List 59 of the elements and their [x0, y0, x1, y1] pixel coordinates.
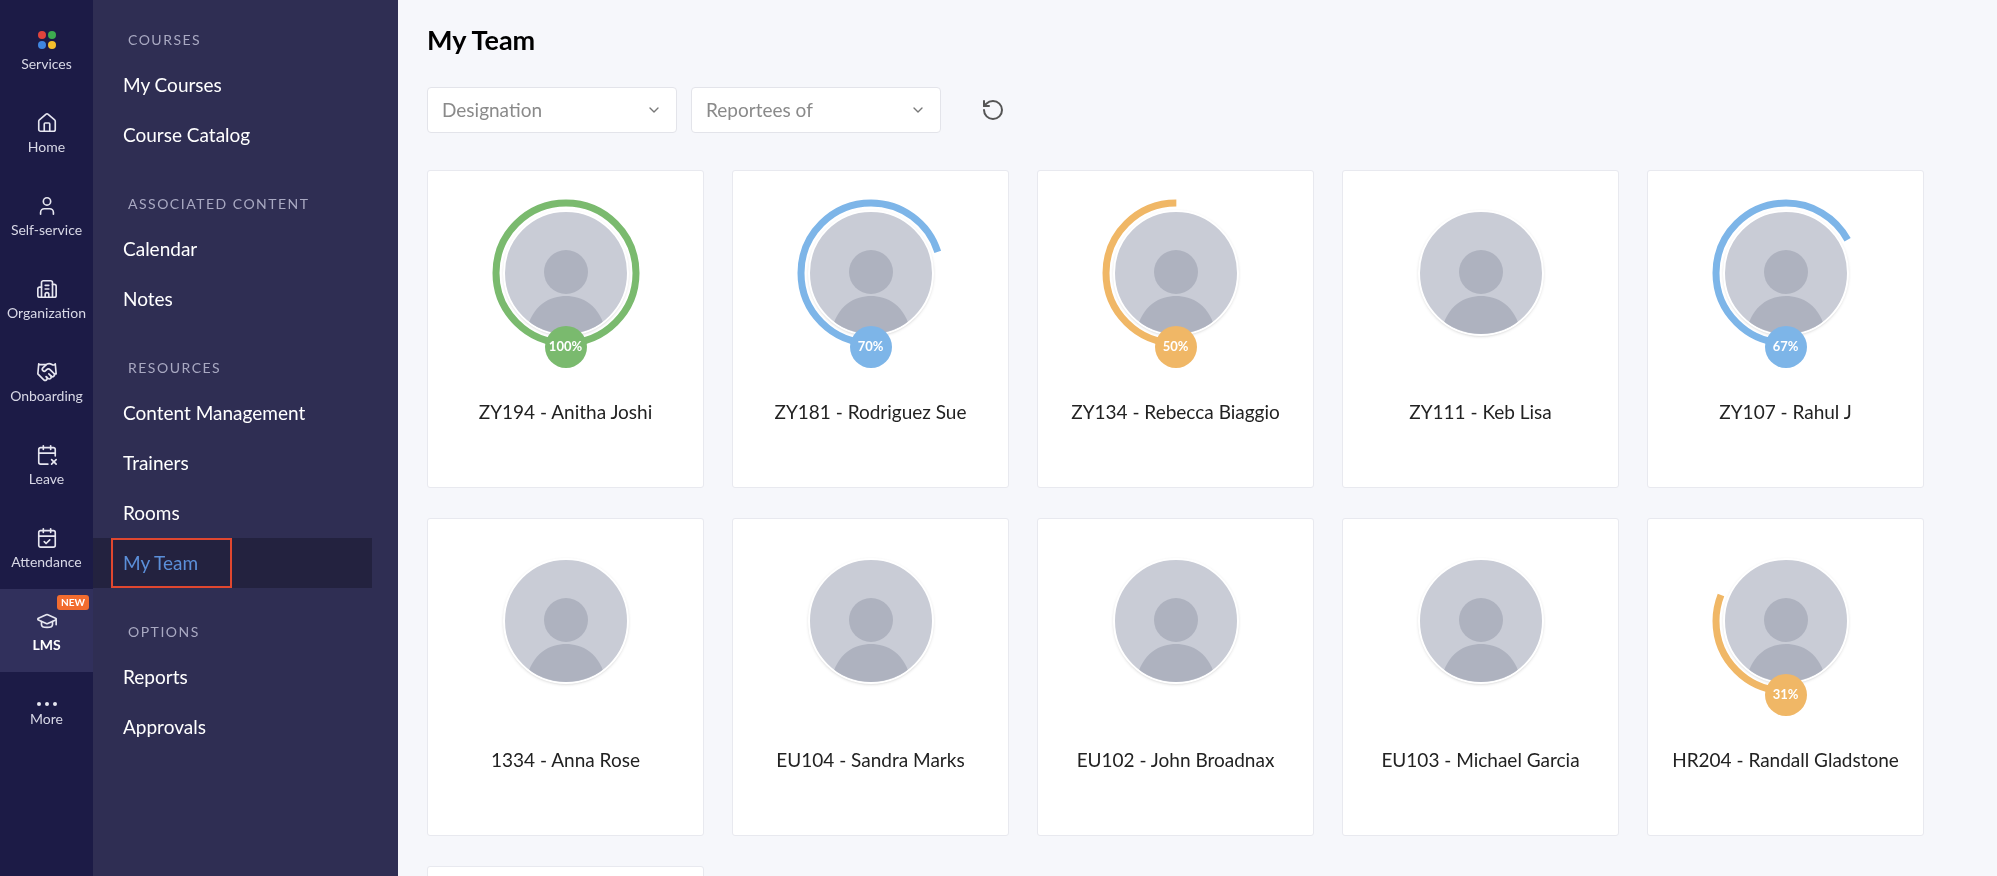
calendar-check-icon [35, 526, 58, 549]
section-heading: RESOURCES [127, 358, 223, 378]
rail-item[interactable]: Onboarding [0, 340, 93, 423]
rail-item[interactable]: NEW LMS [0, 589, 93, 672]
member-name: EU103 - Michael Garcia [1381, 747, 1580, 773]
rail-item[interactable]: Self-service [0, 174, 93, 257]
sidebar-item[interactable]: My Team [93, 538, 372, 588]
member-name: 1334 - Anna Rose [491, 747, 640, 773]
progress-badge: 50% [1154, 326, 1197, 368]
progress-badge: 70% [849, 326, 892, 368]
sidebar-item[interactable]: My Courses [93, 60, 372, 110]
rail-item[interactable]: Attendance [0, 506, 93, 589]
progress-badge: 67% [1764, 326, 1807, 368]
sidebar-item[interactable]: Notes [93, 274, 372, 324]
building-icon [35, 277, 58, 300]
member-name: ZY134 - Rebecca Biaggio [1071, 399, 1280, 425]
sidebar-item[interactable]: Content Management [93, 388, 372, 438]
filter-dropdown[interactable]: Reportees of [691, 87, 941, 133]
member-name: ZY107 - Rahul J [1719, 399, 1852, 425]
progress-badge: 31% [1764, 674, 1807, 716]
page-title: My Team [427, 22, 537, 58]
section-heading: ASSOCIATED CONTENT [127, 194, 311, 214]
member-card[interactable]: 100% ZY194 - Anitha Joshi [427, 170, 704, 488]
new-badge: NEW [57, 595, 89, 610]
handshake-icon [35, 360, 58, 383]
sidebar-item[interactable]: Approvals [93, 702, 372, 752]
section-heading: COURSES [127, 30, 203, 50]
member-card[interactable]: EU104 - Sandra Marks [732, 518, 1009, 836]
sidebar-item[interactable]: Rooms [93, 488, 372, 538]
rail-item[interactable]: Organization [0, 257, 93, 340]
member-name: ZY181 - Rodriguez Sue [774, 399, 967, 425]
more-icon [36, 701, 57, 706]
progress-badge: 100% [544, 326, 587, 368]
member-card[interactable]: ZY111 - Keb Lisa [1342, 170, 1619, 488]
member-card[interactable]: EU103 - Michael Garcia [1342, 518, 1619, 836]
member-card[interactable]: EU102 - John Broadnax [1037, 518, 1314, 836]
member-name: ZY111 - Keb Lisa [1409, 399, 1552, 425]
member-name: HR204 - Randall Gladstone [1672, 747, 1899, 773]
member-card[interactable]: 70% ZY181 - Rodriguez Sue [732, 170, 1009, 488]
member-name: ZY194 - Anitha Joshi [478, 399, 653, 425]
sidebar-item[interactable]: Reports [93, 652, 372, 702]
rail-item[interactable]: Services [0, 8, 93, 91]
sidebar-item[interactable]: Calendar [93, 224, 372, 274]
rail-item[interactable]: Leave [0, 423, 93, 506]
member-card[interactable]: 50% ZY134 - Rebecca Biaggio [1037, 170, 1314, 488]
rail-item[interactable]: Home [0, 91, 93, 174]
sidebar-item[interactable]: Course Catalog [93, 110, 372, 160]
member-name: EU104 - Sandra Marks [776, 747, 965, 773]
rail-item[interactable]: More [0, 672, 93, 755]
member-card[interactable]: 31% HR204 - Randall Gladstone [1647, 518, 1924, 836]
home-icon [35, 111, 58, 134]
member-name: EU102 - John Broadnax [1076, 747, 1275, 773]
member-card[interactable]: 67% ZY107 - Rahul J [1647, 170, 1924, 488]
member-card[interactable]: 1334 - Anna Rose [427, 518, 704, 836]
calendar-icon [35, 443, 58, 466]
section-heading: OPTIONS [127, 622, 201, 642]
services-icon [35, 28, 58, 51]
sidebar-item[interactable]: Trainers [93, 438, 372, 488]
refresh-icon [981, 98, 1005, 122]
